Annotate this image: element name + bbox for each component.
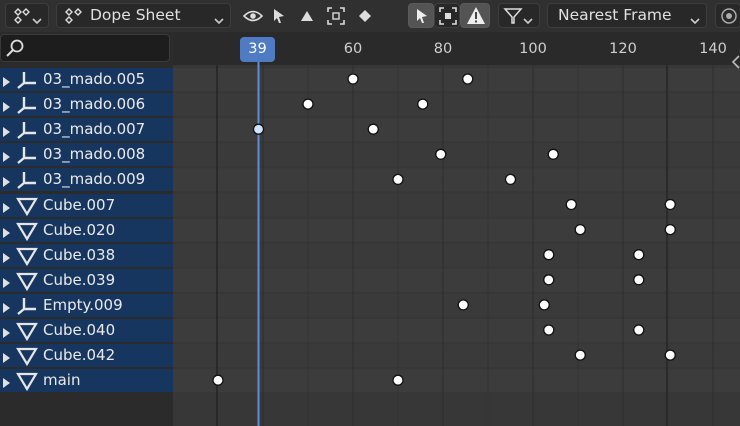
ruler-tick-label: 80: [433, 41, 453, 57]
ruler-tick-label: 120: [609, 41, 637, 57]
keyframe[interactable]: [435, 148, 447, 160]
keyframe[interactable]: [302, 98, 314, 110]
keyframe[interactable]: [457, 299, 469, 311]
keyframe[interactable]: [664, 198, 676, 211]
keyframe[interactable]: [574, 223, 586, 236]
keyframe[interactable]: [633, 249, 645, 261]
timeline-grid: [173, 60, 740, 426]
keyframe[interactable]: [543, 324, 555, 336]
keyframe[interactable]: [252, 123, 265, 135]
current-frame-indicator[interactable]: 39: [240, 37, 275, 62]
region-toggle-chevron[interactable]: [730, 54, 740, 74]
keyframe[interactable]: [347, 73, 359, 85]
keyframe[interactable]: [543, 249, 555, 261]
keyframe[interactable]: [664, 349, 676, 361]
keyframe[interactable]: [633, 274, 645, 286]
keyframe[interactable]: [212, 374, 224, 386]
chevron-left-icon: [731, 55, 740, 69]
keyframe[interactable]: [417, 98, 429, 110]
keyframe[interactable]: [664, 223, 676, 236]
ruler-tick-label: 140: [699, 41, 727, 57]
keyframe[interactable]: [504, 173, 517, 186]
keyframe[interactable]: [392, 173, 404, 186]
ruler-tick-label: 60: [343, 41, 363, 57]
keyframe[interactable]: [538, 299, 550, 311]
keyframe[interactable]: [462, 73, 474, 85]
keyframe[interactable]: [543, 274, 555, 286]
keyframe[interactable]: [565, 198, 577, 211]
keyframe[interactable]: [392, 374, 404, 386]
keyframe[interactable]: [367, 123, 379, 135]
ruler-tick-label: 100: [519, 41, 547, 57]
keyframe[interactable]: [547, 148, 559, 160]
keyframe[interactable]: [633, 324, 645, 336]
keyframe[interactable]: [574, 349, 586, 361]
